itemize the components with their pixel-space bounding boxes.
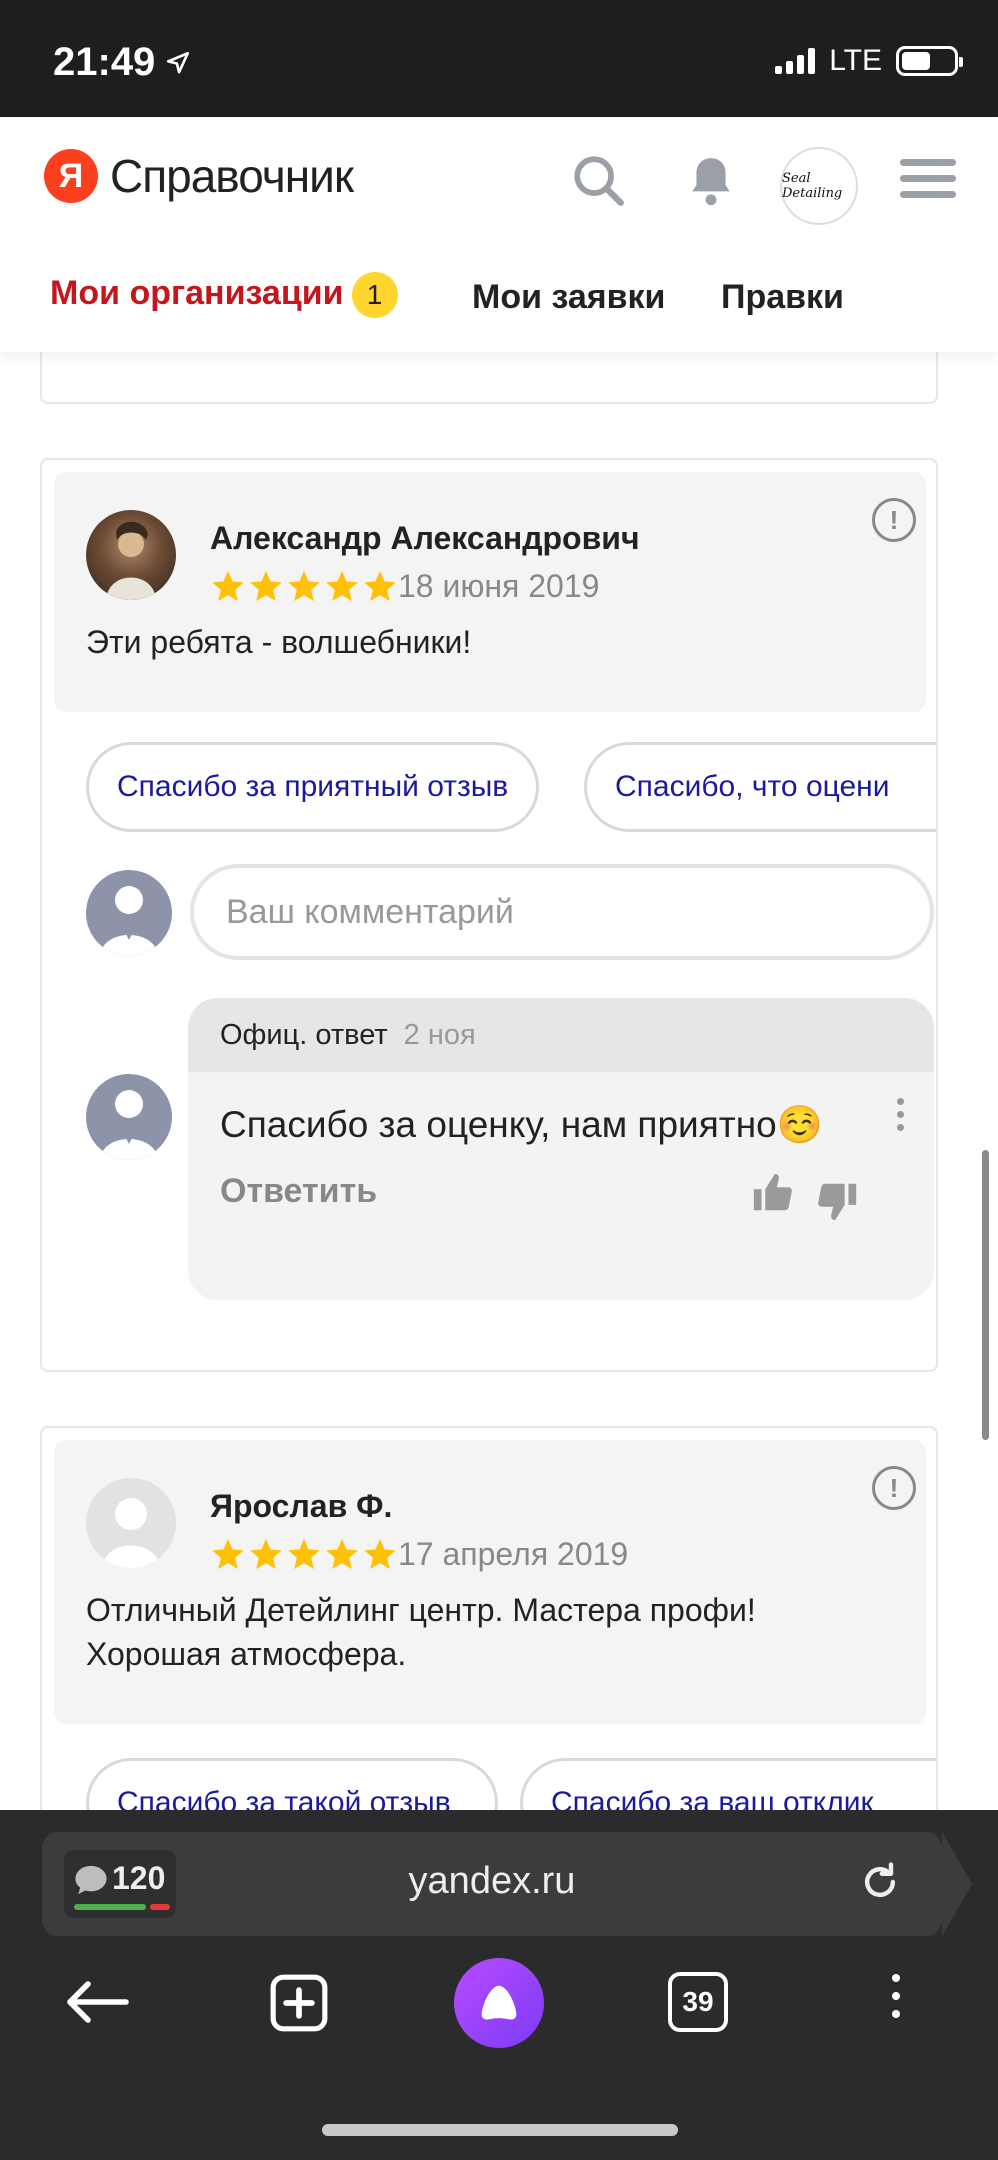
official-reply-date: 2 ноя: [403, 1018, 476, 1051]
reload-icon[interactable]: [858, 1860, 902, 1904]
official-reply-footer: Ответить: [188, 1154, 934, 1244]
quick-reply-label: Спасибо, что оцени: [615, 770, 890, 803]
reply-button[interactable]: Ответить: [220, 1172, 377, 1211]
avatar: [86, 1074, 172, 1160]
rating-stars: [210, 1536, 398, 1572]
status-right: LTE: [775, 44, 963, 78]
location-arrow-icon: [167, 51, 190, 74]
tab-edits-label: Правки: [721, 278, 844, 316]
official-reply-body: Спасибо за оценку, нам приятно☺️: [188, 1072, 934, 1154]
official-reply-text: Спасибо за оценку, нам приятно☺️: [220, 1104, 823, 1145]
star-icon: [364, 571, 396, 601]
quick-reply-chip[interactable]: Спасибо за приятный отзыв: [86, 742, 540, 832]
comment-placeholder: Ваш комментарий: [226, 892, 514, 931]
star-icon: [288, 571, 320, 601]
app-header: Я Справочник Seal Detailing Мои организа…: [0, 117, 998, 352]
bell-icon[interactable]: [686, 152, 736, 210]
quick-reply-chip[interactable]: Спасибо, что оцени: [584, 742, 936, 832]
yandex-spravochnik-logo[interactable]: Я Справочник: [44, 149, 354, 203]
quick-reply-label: Спасибо за приятный отзыв: [117, 770, 509, 803]
avatar: [86, 870, 172, 956]
reviewer-name[interactable]: Александр Александрович: [210, 520, 640, 557]
more-icon[interactable]: [892, 1974, 900, 2018]
browser-bottom-bar: 120 yandex.ru 39: [0, 1810, 998, 2160]
report-icon[interactable]: !: [872, 498, 916, 542]
logo-text: Справочник: [110, 150, 354, 202]
official-reply: Офиц. ответ 2 ноя Спасибо за оценку, нам…: [188, 998, 934, 1300]
avatar: [86, 1478, 176, 1568]
star-icon: [250, 1539, 282, 1569]
review-content: Ярослав Ф. 17 апреля 2019 Отличный Детей…: [54, 1440, 926, 1724]
comment-input[interactable]: Ваш комментарий: [190, 864, 934, 960]
like-icon[interactable]: [750, 1170, 796, 1216]
yandex-logo-icon: Я: [44, 149, 98, 203]
tab-my-requests-label: Мои заявки: [472, 278, 666, 316]
review-date: 17 апреля 2019: [398, 1536, 629, 1572]
rating-bar-positive: [74, 1904, 146, 1910]
status-bar: 21:49 LTE: [0, 0, 998, 117]
status-time: 21:49: [53, 40, 156, 84]
review-text: Эти ребята - волшебники!: [86, 624, 472, 660]
star-icon: [212, 571, 244, 601]
network-type: LTE: [829, 44, 882, 77]
more-icon[interactable]: [897, 1098, 904, 1131]
rating-stars: [210, 568, 398, 604]
alice-icon[interactable]: [454, 1958, 544, 2048]
tab-my-requests[interactable]: Мои заявки: [472, 278, 665, 317]
star-icon: [288, 1539, 320, 1569]
tab-edits[interactable]: Правки: [721, 278, 844, 317]
battery-icon: [896, 46, 963, 76]
tab-my-organizations[interactable]: Мои организации 1: [50, 272, 398, 318]
menu-icon[interactable]: [900, 157, 956, 201]
official-reply-header: Офиц. ответ 2 ноя: [188, 998, 934, 1072]
avatar: [86, 510, 176, 600]
tabs-count-button[interactable]: 39: [668, 1972, 728, 2032]
star-icon: [250, 571, 282, 601]
search-icon[interactable]: [570, 152, 628, 210]
tabs-count: 39: [682, 1986, 714, 2017]
star-icon: [326, 1539, 358, 1569]
review-content: Александр Александрович 18 июня 2019 Эти…: [54, 472, 926, 712]
organization-avatar[interactable]: Seal Detailing: [780, 147, 858, 225]
review-card: Ярослав Ф. 17 апреля 2019 Отличный Детей…: [40, 1426, 938, 1848]
organization-avatar-text: Seal Detailing: [782, 171, 843, 201]
signal-icon: [775, 48, 816, 74]
rating-bar-negative: [150, 1904, 170, 1910]
page-scrollbar[interactable]: [982, 1150, 989, 1440]
report-icon[interactable]: !: [872, 1466, 916, 1510]
status-time-group: 21:49: [53, 40, 191, 85]
reviewer-name[interactable]: Ярослав Ф.: [210, 1488, 392, 1525]
official-reply-label: Офиц. ответ: [220, 1018, 388, 1051]
home-indicator[interactable]: [322, 2124, 678, 2136]
address-bar[interactable]: 120 yandex.ru: [42, 1832, 972, 1936]
organizations-count-badge: 1: [351, 272, 398, 318]
new-tab-icon[interactable]: [268, 1972, 330, 2034]
url-text: yandex.ru: [408, 1860, 576, 1902]
review-card: Александр Александрович 18 июня 2019 Эти…: [40, 458, 938, 1372]
review-date: 18 июня 2019: [398, 568, 600, 604]
dislike-icon[interactable]: [814, 1178, 860, 1224]
back-icon[interactable]: [66, 1980, 130, 2024]
review-text: Отличный Детейлинг центр. Мастера профи!…: [86, 1592, 756, 1672]
star-icon: [212, 1539, 244, 1569]
tab-my-organizations-label: Мои организации: [50, 273, 344, 312]
star-icon: [364, 1539, 396, 1569]
star-icon: [326, 571, 358, 601]
